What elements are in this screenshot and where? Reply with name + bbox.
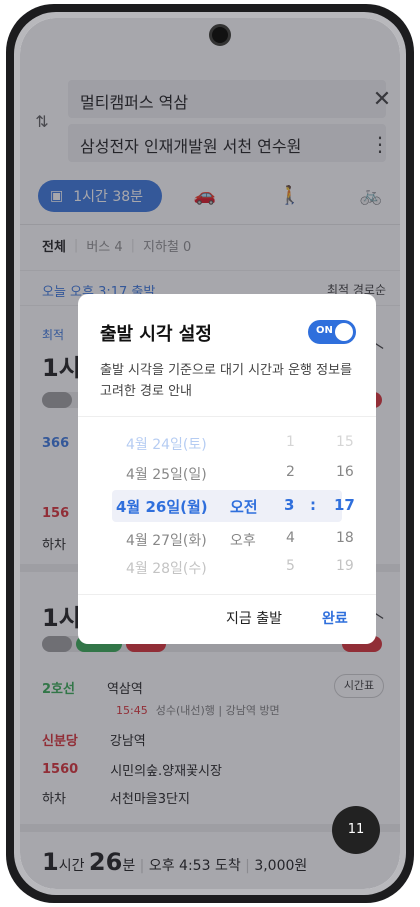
picker-row-selected[interactable]: 4월 26일(월) 오전 3 : 17 bbox=[78, 492, 376, 520]
date-time-picker[interactable]: 4월 24일(토) 1 15 4월 25일(일) 2 16 4월 26일(월) … bbox=[78, 430, 376, 580]
picker-minute: 15 bbox=[336, 434, 354, 450]
picker-hour: 4 bbox=[286, 530, 295, 546]
phone-frame: ⇅ 멀티캠퍼스 역삼 삼성전자 인재개발원 서천 연수원 ✕ ⋮ ▣ 1시간 3… bbox=[6, 4, 414, 903]
dialog-description: 출발 시각을 기준으로 대기 시간과 운행 정보를 고려한 경로 안내 bbox=[100, 363, 353, 399]
toggle-label: ON bbox=[316, 325, 333, 336]
divider bbox=[78, 416, 376, 417]
picker-row[interactable]: 4월 25일(일) 2 16 bbox=[78, 460, 376, 488]
picker-ampm: 오후 bbox=[230, 533, 256, 549]
picker-hour: 2 bbox=[286, 464, 295, 480]
toggle-knob bbox=[335, 323, 353, 341]
done-button[interactable]: 완료 bbox=[322, 608, 348, 628]
picker-date: 4월 24일(토) bbox=[126, 437, 207, 453]
departure-time-dialog: 출발 시각 설정 ON 출발 시각을 기준으로 대기 시간과 운행 정보를 고려… bbox=[78, 294, 376, 644]
refresh-route-button[interactable]: 11 bbox=[332, 806, 380, 854]
picker-minute: 17 bbox=[334, 496, 355, 514]
depart-now-button[interactable]: 지금 출발 bbox=[226, 608, 282, 628]
picker-date: 4월 25일(일) bbox=[126, 467, 207, 483]
picker-row[interactable]: 4월 28일(수) 5 19 bbox=[78, 554, 376, 582]
picker-ampm: 오전 bbox=[230, 498, 258, 516]
dialog-title: 출발 시각 설정 bbox=[100, 324, 212, 345]
departure-time-toggle[interactable]: ON bbox=[308, 320, 356, 344]
screen: ⇅ 멀티캠퍼스 역삼 삼성전자 인재개발원 서천 연수원 ✕ ⋮ ▣ 1시간 3… bbox=[20, 18, 400, 889]
picker-hour: 1 bbox=[286, 434, 295, 450]
picker-hour: 5 bbox=[286, 558, 295, 574]
picker-minute: 18 bbox=[336, 530, 354, 546]
picker-minute: 19 bbox=[336, 558, 354, 574]
picker-colon: : bbox=[310, 496, 316, 514]
picker-date: 4월 27일(화) bbox=[126, 533, 207, 549]
picker-date: 4월 28일(수) bbox=[126, 561, 207, 577]
camera-icon bbox=[209, 24, 231, 46]
picker-hour: 3 bbox=[284, 496, 295, 514]
picker-minute: 16 bbox=[336, 464, 354, 480]
picker-row[interactable]: 4월 27일(화) 오후 4 18 bbox=[78, 526, 376, 554]
phone-bezel: ⇅ 멀티캠퍼스 역삼 삼성전자 인재개발원 서천 연수원 ✕ ⋮ ▣ 1시간 3… bbox=[14, 12, 406, 895]
divider bbox=[78, 594, 376, 595]
picker-date: 4월 26일(월) bbox=[116, 498, 208, 516]
picker-row[interactable]: 4월 24일(토) 1 15 bbox=[78, 430, 376, 458]
